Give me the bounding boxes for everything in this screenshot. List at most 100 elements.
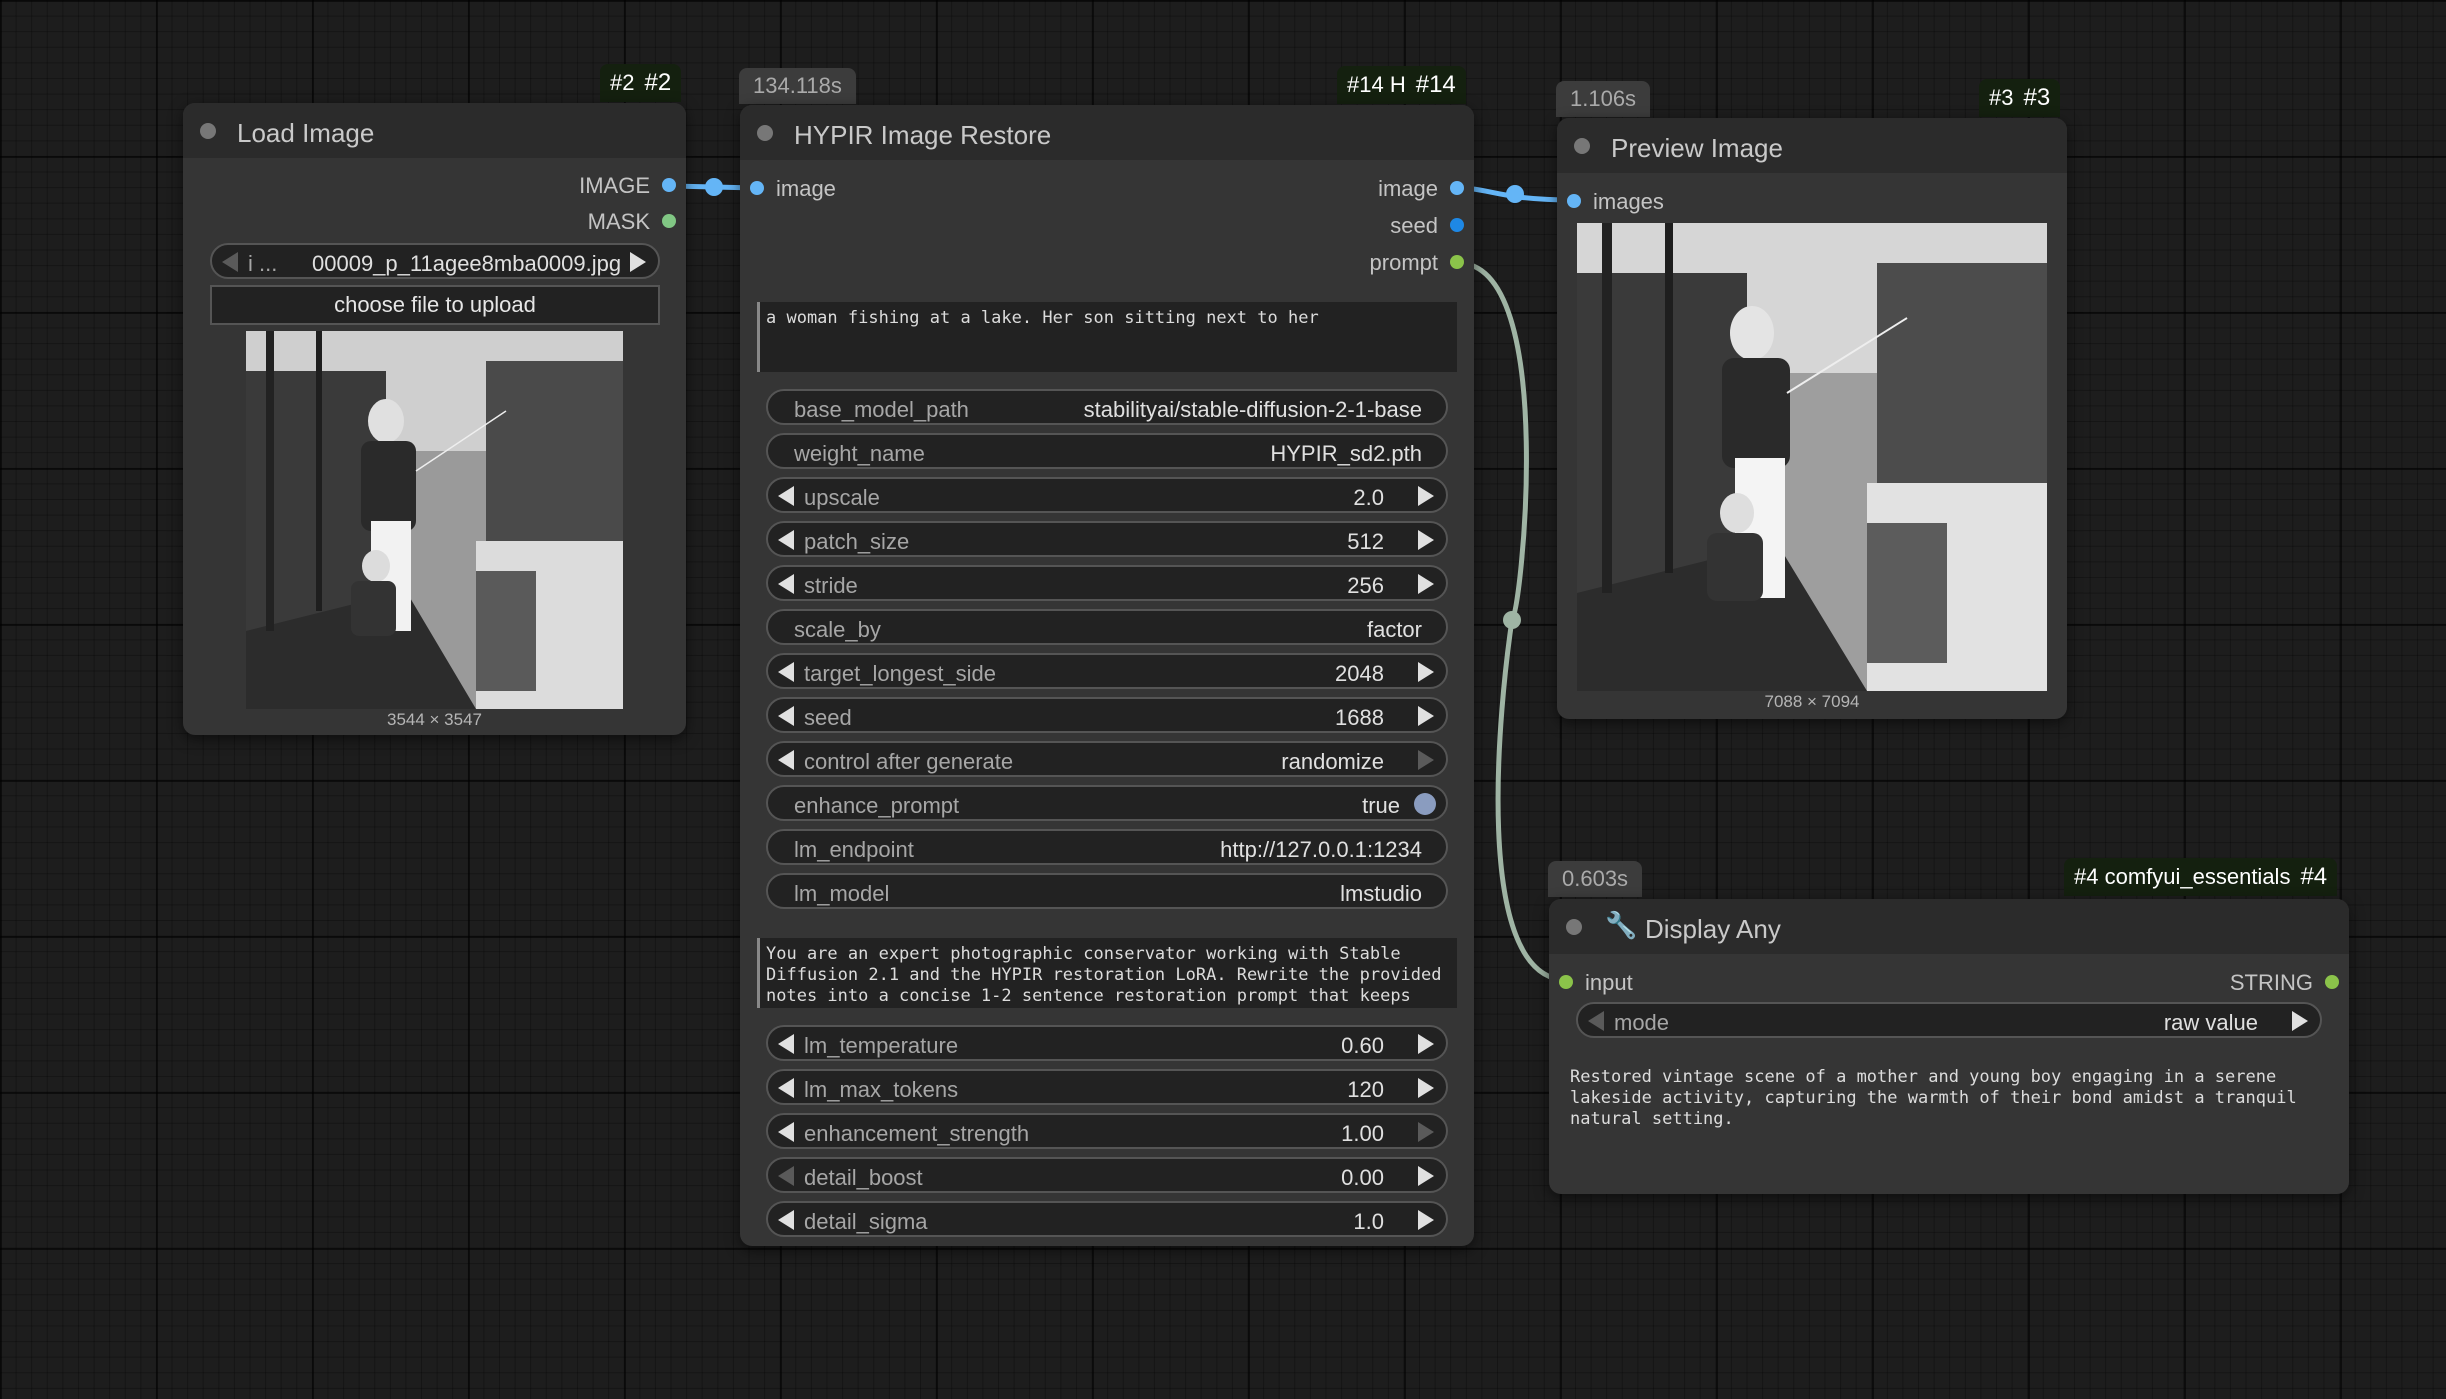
node-header[interactable]: Preview Image — [1557, 118, 2067, 173]
increment-arrow[interactable] — [1418, 1078, 1434, 1098]
widget-lm-endpoint[interactable]: lm_endpoint http://127.0.0.1:1234 — [766, 829, 1448, 865]
decrement-arrow[interactable] — [778, 1166, 794, 1186]
output-slot-image[interactable] — [1450, 181, 1464, 195]
input-slot-input[interactable] — [1559, 975, 1573, 989]
execution-time-badge: 0.603s — [1548, 861, 1643, 897]
node-header[interactable]: HYPIR Image Restore — [740, 105, 1474, 160]
widget-detail-sigma[interactable]: detail_sigma 1.0 — [766, 1201, 1448, 1237]
increment-arrow[interactable] — [1418, 1166, 1434, 1186]
system-prompt-textarea[interactable]: You are an expert photographic conservat… — [757, 938, 1457, 1008]
increment-arrow[interactable] — [1418, 706, 1434, 726]
node-header[interactable]: Load Image — [183, 103, 686, 158]
decrement-arrow[interactable] — [778, 1210, 794, 1230]
collapse-toggle[interactable] — [200, 123, 216, 139]
widget-value: true — [1362, 793, 1400, 818]
increment-arrow[interactable] — [1418, 530, 1434, 550]
widget-lm-temperature[interactable]: lm_temperature 0.60 — [766, 1025, 1448, 1061]
increment-arrow[interactable] — [1418, 574, 1434, 594]
widget-label: detail_sigma — [804, 1209, 928, 1234]
display-any-node[interactable]: 🔧 Display Any input STRING mode raw valu… — [1549, 899, 2349, 1194]
node-id-number: #3 — [2023, 84, 2051, 111]
increment-arrow[interactable] — [1418, 486, 1434, 506]
widget-value: 2048 — [1335, 661, 1384, 686]
widget-weight-name[interactable]: weight_name HYPIR_sd2.pth — [766, 433, 1448, 469]
wrench-icon: 🔧 — [1605, 910, 1638, 940]
node-title: HYPIR Image Restore — [794, 120, 1052, 150]
decrement-arrow[interactable] — [778, 1034, 794, 1054]
output-slot-string[interactable] — [2325, 975, 2339, 989]
input-label-image: image — [776, 176, 836, 201]
prev-file-arrow[interactable] — [222, 252, 238, 272]
widget-label: detail_boost — [804, 1165, 923, 1190]
decrement-arrow[interactable] — [778, 662, 794, 682]
decrement-arrow[interactable] — [778, 1122, 794, 1142]
input-label-images: images — [1593, 189, 1664, 214]
link-midpoint — [1503, 611, 1521, 629]
input-slot-images[interactable] — [1567, 194, 1581, 208]
node-id-label: #3 — [1989, 85, 2014, 110]
increment-arrow[interactable] — [1418, 662, 1434, 682]
widget-label: mode — [1614, 1010, 1670, 1035]
loaded-image — [246, 331, 623, 709]
widget-patch-size[interactable]: patch_size 512 — [766, 521, 1448, 557]
decrement-arrow[interactable] — [778, 574, 794, 594]
output-slot-prompt[interactable] — [1450, 255, 1464, 269]
increment-arrow[interactable] — [1418, 1210, 1434, 1230]
widget-base-model-path[interactable]: base_model_path stabilityai/stable-diffu… — [766, 389, 1448, 425]
widget-mode[interactable]: mode raw value — [1576, 1002, 2322, 1038]
next-option-arrow[interactable] — [1418, 750, 1434, 770]
link-midpoint — [705, 178, 723, 196]
output-slot-mask[interactable] — [662, 214, 676, 228]
widget-detail-boost[interactable]: detail_boost 0.00 — [766, 1157, 1448, 1193]
widget-seed[interactable]: seed 1688 — [766, 697, 1448, 733]
widget-enhance-prompt[interactable]: enhance_prompt true — [766, 785, 1448, 821]
decrement-arrow[interactable] — [778, 1078, 794, 1098]
previous-option-arrow[interactable] — [778, 750, 794, 770]
image-file-combo[interactable]: i ... 00009_p_11agee8mba0009.jpg — [210, 243, 660, 279]
preview-image — [1577, 223, 2047, 691]
input-label-input: input — [1585, 970, 1633, 995]
upload-button[interactable]: choose file to upload — [210, 285, 660, 325]
node-canvas[interactable]: #2 #2 Load Image IMAGE MASK i ... 00009_p… — [0, 0, 2446, 1399]
widget-enhancement-strength[interactable]: enhancement_strength 1.00 — [766, 1113, 1448, 1149]
widget-stride[interactable]: stride 256 — [766, 565, 1448, 601]
widget-scale-by[interactable]: scale_by factor — [766, 609, 1448, 645]
next-option-arrow[interactable] — [2292, 1011, 2308, 1031]
widget-label: enhance_prompt — [794, 793, 960, 818]
output-slot-image[interactable] — [662, 178, 676, 192]
widget-upscale[interactable]: upscale 2.0 — [766, 477, 1448, 513]
collapse-toggle[interactable] — [757, 125, 773, 141]
decrement-arrow[interactable] — [778, 530, 794, 550]
widget-label: patch_size — [804, 529, 910, 554]
toggle-knob[interactable] — [1414, 793, 1436, 815]
display-output-text: Restored vintage scene of a mother and y… — [1570, 1067, 2307, 1129]
widget-label: enhancement_strength — [804, 1121, 1030, 1146]
collapse-toggle[interactable] — [1566, 919, 1582, 935]
increment-arrow[interactable] — [1418, 1122, 1434, 1142]
widget-value: 2.0 — [1353, 485, 1384, 510]
decrement-arrow[interactable] — [778, 486, 794, 506]
input-slot-image[interactable] — [750, 181, 764, 195]
widget-value: 0.00 — [1341, 1165, 1384, 1190]
preview-image-node[interactable]: Preview Image images 7088 × 7094 — [1557, 118, 2067, 719]
node-id-number: #2 — [644, 69, 672, 96]
decrement-arrow[interactable] — [778, 706, 794, 726]
widget-control-after-generate[interactable]: control after generate randomize — [766, 741, 1448, 777]
next-file-arrow[interactable] — [630, 252, 646, 272]
prompt-textarea[interactable]: a woman fishing at a lake. Her son sitti… — [757, 302, 1457, 372]
widget-lm-max-tokens[interactable]: lm_max_tokens 120 — [766, 1069, 1448, 1105]
execution-time-badge: 1.106s — [1556, 81, 1651, 117]
hypir-restore-node[interactable]: HYPIR Image Restore image image seed pro… — [740, 105, 1474, 1246]
output-slot-seed[interactable] — [1450, 218, 1464, 232]
node-id-badge: #2 #2 — [600, 64, 682, 102]
node-header[interactable]: 🔧 Display Any — [1549, 899, 2349, 954]
previous-option-arrow[interactable] — [1588, 1011, 1604, 1031]
widget-lm-model[interactable]: lm_model lmstudio — [766, 873, 1448, 909]
collapse-toggle[interactable] — [1574, 138, 1590, 154]
load-image-node[interactable]: Load Image IMAGE MASK i ... 00009_p_11ag… — [183, 103, 686, 735]
widget-label: target_longest_side — [804, 661, 997, 686]
widget-label: seed — [804, 705, 852, 730]
increment-arrow[interactable] — [1418, 1034, 1434, 1054]
widget-target-longest-side[interactable]: target_longest_side 2048 — [766, 653, 1448, 689]
widget-label: lm_max_tokens — [804, 1077, 959, 1102]
